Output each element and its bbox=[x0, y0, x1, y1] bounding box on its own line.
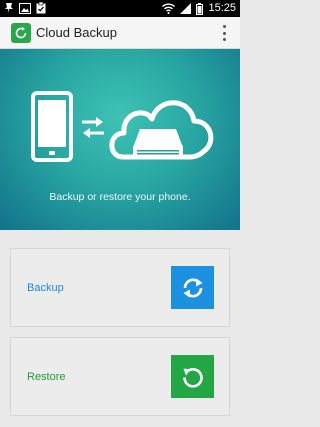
overflow-menu-icon[interactable] bbox=[220, 24, 228, 42]
restore-card[interactable]: Restore bbox=[10, 337, 230, 416]
restore-icon bbox=[182, 367, 203, 388]
sync-arrows-icon bbox=[82, 117, 104, 138]
restore-button[interactable] bbox=[171, 355, 214, 398]
app-title: Cloud Backup bbox=[36, 25, 117, 40]
pin-icon bbox=[5, 3, 13, 13]
notification-icons bbox=[4, 2, 46, 14]
backup-label: Backup bbox=[27, 282, 64, 294]
wifi-icon bbox=[162, 3, 176, 14]
backup-card[interactable]: Backup bbox=[10, 248, 230, 327]
cloud-drive-icon bbox=[109, 100, 214, 160]
hero-tagline: Backup or restore your phone. bbox=[49, 191, 191, 203]
hero-illustration bbox=[31, 91, 214, 162]
backup-button[interactable] bbox=[171, 266, 214, 309]
signal-icon bbox=[180, 3, 192, 14]
clipboard-icon bbox=[36, 2, 46, 14]
battery-icon bbox=[196, 2, 204, 15]
cloud-backup-logo-icon bbox=[11, 23, 31, 43]
hero-banner: Backup or restore your phone. bbox=[0, 49, 240, 230]
system-icons: 15:25 bbox=[162, 1, 236, 16]
backup-icon bbox=[183, 278, 202, 297]
restore-label: Restore bbox=[27, 371, 66, 383]
status-bar: 15:25 bbox=[0, 0, 240, 17]
app-bar: Cloud Backup bbox=[0, 17, 240, 49]
phone-icon bbox=[31, 91, 73, 162]
status-time: 15:25 bbox=[208, 2, 236, 14]
image-icon bbox=[19, 2, 31, 14]
